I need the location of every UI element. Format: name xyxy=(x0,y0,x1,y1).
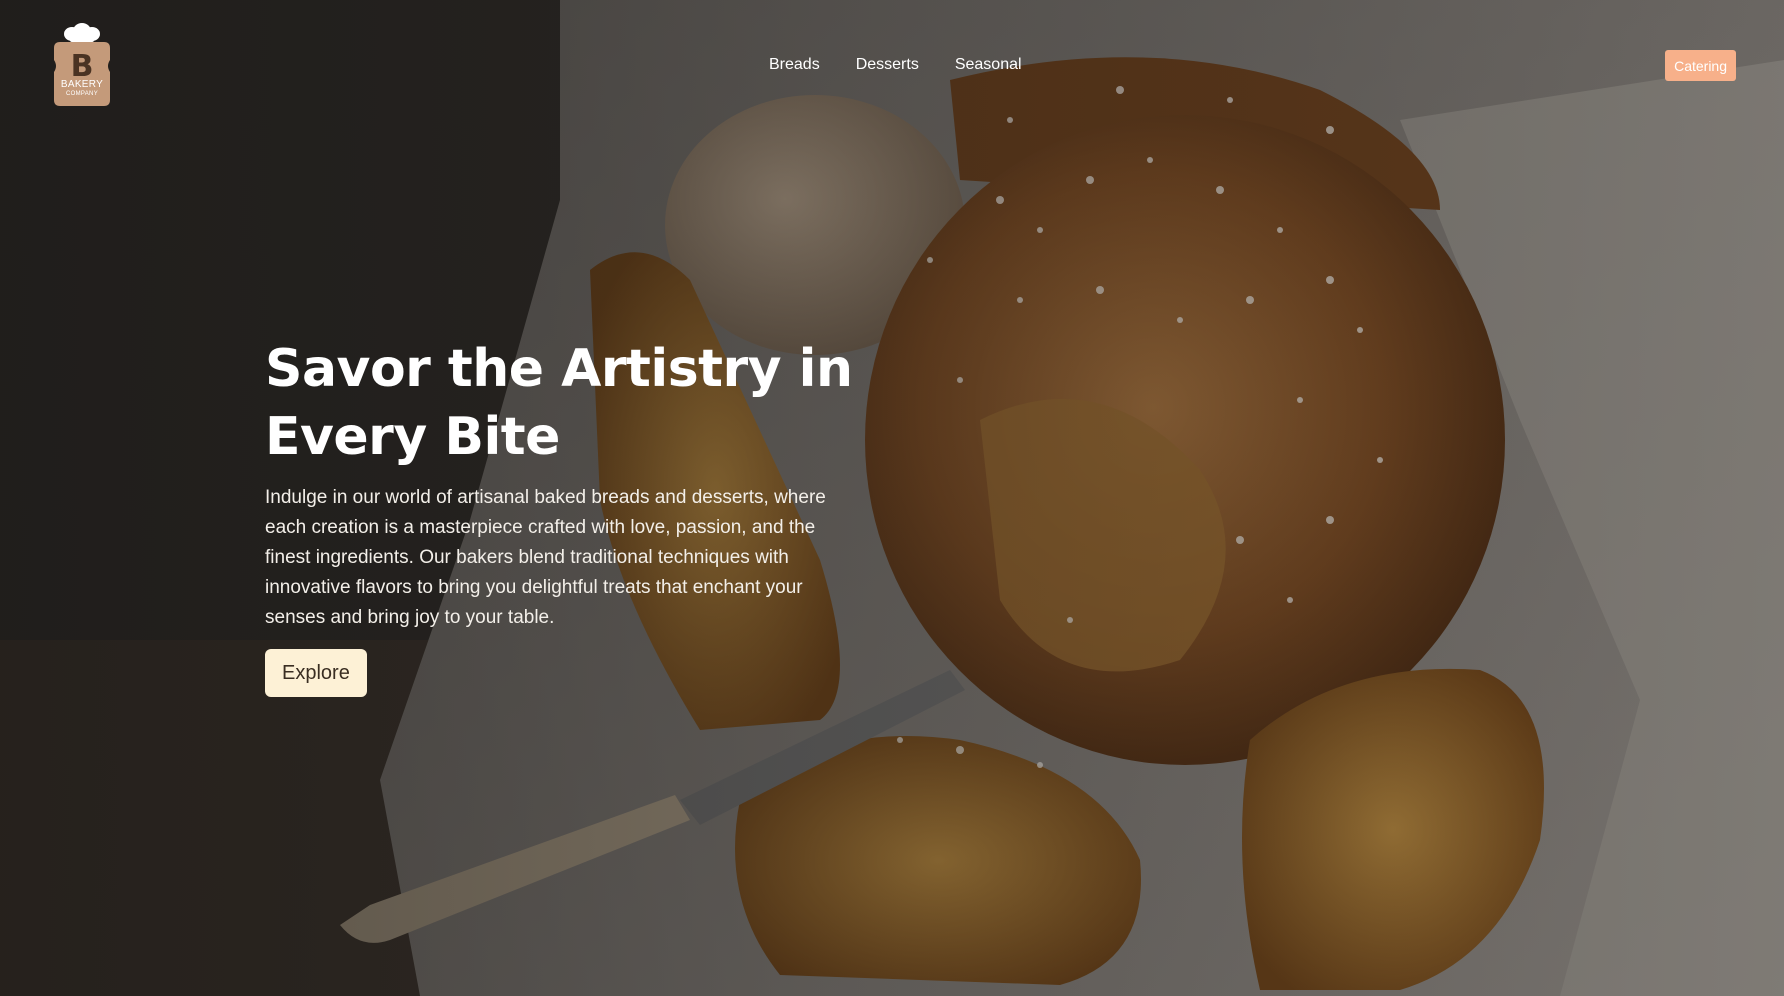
hero-section: Savor the Artistry in Every Bite Indulge… xyxy=(265,335,855,697)
bakery-logo[interactable]: B BAKERY COMPANY xyxy=(50,22,114,108)
logo-subtitle: COMPANY xyxy=(66,91,98,97)
catering-button[interactable]: Catering xyxy=(1665,50,1736,81)
nav-item-breads[interactable]: Breads xyxy=(769,54,820,76)
hero-title: Savor the Artistry in Every Bite xyxy=(265,339,853,467)
main-nav: Breads Desserts Seasonal xyxy=(769,54,1022,76)
explore-button[interactable]: Explore xyxy=(265,649,367,697)
landing-page: B BAKERY COMPANY Breads Desserts Seasona… xyxy=(0,0,1784,996)
site-header: B BAKERY COMPANY Breads Desserts Seasona… xyxy=(0,0,1784,130)
logo-name: BAKERY xyxy=(60,79,104,90)
nav-item-desserts[interactable]: Desserts xyxy=(856,54,919,76)
nav-item-seasonal[interactable]: Seasonal xyxy=(955,54,1022,76)
hero-description: Indulge in our world of artisanal baked … xyxy=(265,487,826,628)
